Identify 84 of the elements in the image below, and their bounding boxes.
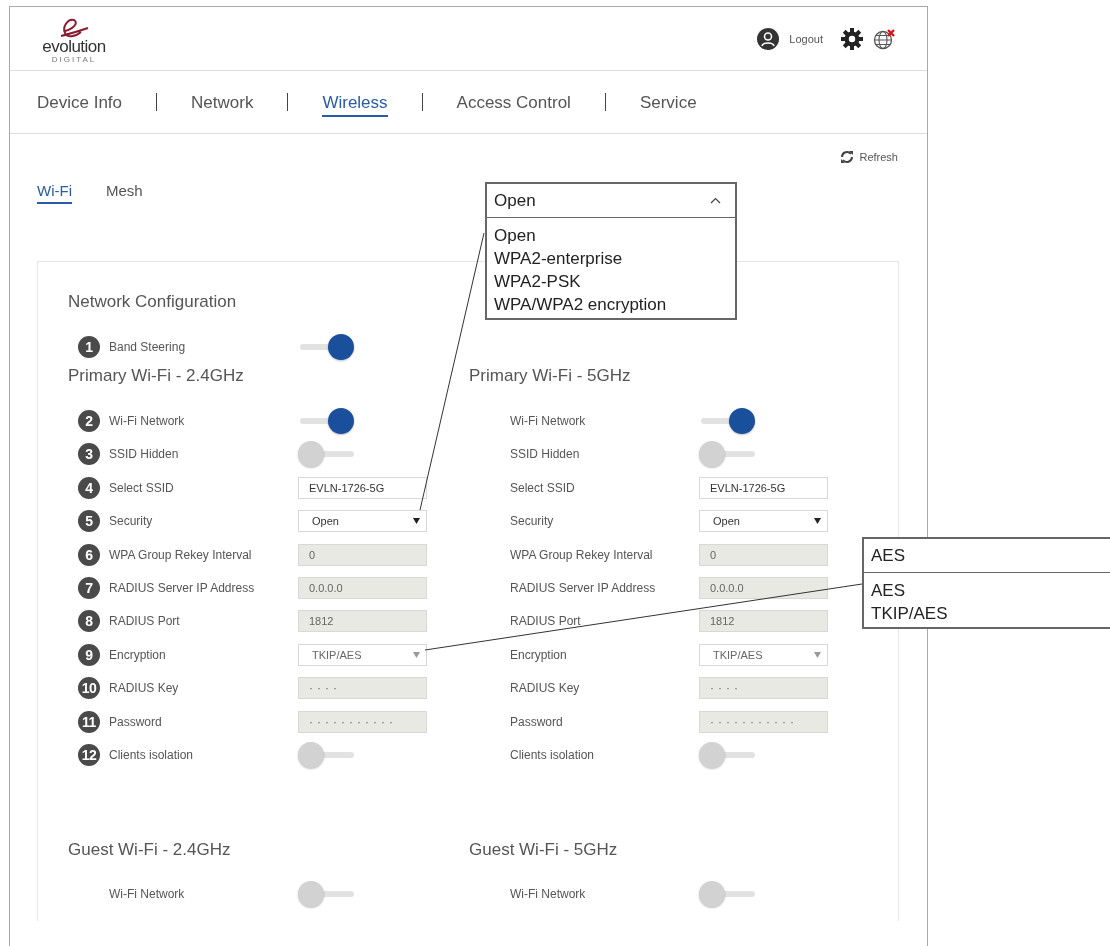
number-badge: 12 — [78, 744, 100, 766]
field-label: Password — [109, 714, 163, 729]
nav-tab[interactable]: Wireless — [322, 89, 388, 117]
number-badge: 1 — [78, 335, 100, 358]
dropdown-option[interactable]: TKIP/AES — [871, 602, 948, 625]
field-label: Select SSID — [510, 480, 576, 495]
section-heading: Primary Wi-Fi - 5GHz — [469, 365, 632, 388]
dropdown-option[interactable]: WPA/WPA2 encryption — [494, 293, 667, 316]
refresh-button[interactable]: Refresh — [839, 150, 898, 164]
field-label: RADIUS Port — [109, 614, 181, 629]
toggle-switch[interactable] — [699, 742, 755, 768]
field-label: Wi-Fi Network — [510, 414, 587, 429]
field-label: Band Steering — [109, 339, 187, 354]
refresh-icon — [839, 150, 856, 164]
field-label: WPA Group Rekey Interval — [510, 547, 654, 562]
field-label: Encryption — [109, 647, 167, 662]
field-label: Wi-Fi Network — [109, 414, 186, 429]
input-field[interactable]: EVLN-1726-5G — [699, 476, 828, 499]
field-label: WPA Group Rekey Interval — [109, 547, 253, 562]
caret-up-icon — [710, 197, 721, 204]
section-heading: Primary Wi-Fi - 2.4GHz — [68, 365, 245, 388]
field-label: Security — [510, 514, 555, 529]
select-dropdown[interactable]: Open — [699, 510, 828, 533]
field-label: Security — [109, 514, 154, 529]
dropdown-value: Open — [494, 190, 536, 211]
field-label: Encryption — [510, 647, 568, 662]
number-badge: 10 — [78, 677, 100, 700]
number-badge: 5 — [78, 510, 100, 533]
field-label: SSID Hidden — [510, 447, 581, 462]
dropdown-option[interactable]: WPA2-enterprise — [494, 247, 623, 270]
number-badge: 3 — [78, 443, 100, 466]
toggle-switch[interactable] — [699, 408, 755, 435]
caret-icon — [413, 651, 420, 658]
number-badge: 6 — [78, 543, 100, 566]
number-badge: 8 — [78, 610, 100, 633]
dropdown-value: AES — [871, 545, 906, 566]
toggle-switch[interactable] — [298, 742, 354, 768]
input-field[interactable]: EVLN-1726-5G — [298, 476, 427, 499]
toggle-switch[interactable] — [298, 333, 354, 360]
caret-icon — [413, 518, 420, 525]
toggle-switch[interactable] — [298, 441, 354, 468]
logo-wordmark: evolution — [42, 39, 106, 55]
field-label: RADIUS Key — [109, 681, 180, 696]
toggle-switch[interactable] — [298, 408, 354, 435]
field-label: RADIUS Server IP Address — [109, 581, 256, 596]
logout-link[interactable]: Logout — [789, 32, 823, 45]
field-label: RADIUS Key — [510, 681, 581, 696]
field-label: Clients isolation — [510, 748, 596, 762]
section-heading: Guest Wi-Fi - 5GHz — [469, 838, 619, 861]
section-heading: Guest Wi-Fi - 2.4GHz — [68, 838, 232, 861]
caret-icon — [814, 518, 821, 525]
field-label: Password — [510, 714, 564, 729]
nav-tab[interactable]: Device Info — [37, 89, 123, 117]
field-label: Select SSID — [109, 480, 175, 495]
nav-tab[interactable]: Access Control — [456, 89, 571, 117]
caret-icon — [814, 651, 821, 658]
number-badge: 4 — [78, 476, 100, 499]
number-badge: 9 — [78, 643, 100, 666]
section-title: Network Configuration — [68, 292, 237, 312]
dropdown-option[interactable]: Open — [494, 224, 536, 247]
select-dropdown[interactable]: Open — [298, 510, 427, 533]
field-label: RADIUS Port — [510, 614, 582, 629]
number-badge: 11 — [78, 710, 100, 733]
toggle-switch[interactable] — [699, 881, 755, 908]
field-label: SSID Hidden — [109, 447, 180, 462]
dropdown-option[interactable]: AES — [871, 579, 906, 602]
logo-swoosh-icon — [59, 17, 89, 39]
field-label: Wi-Fi Network — [109, 887, 186, 902]
sub-tab[interactable]: Mesh — [106, 182, 143, 204]
number-badge: 2 — [78, 410, 100, 433]
toggle-switch[interactable] — [298, 881, 354, 908]
field-label: RADIUS Server IP Address — [510, 581, 657, 596]
settings-icon[interactable] — [841, 27, 863, 50]
toggle-switch[interactable] — [699, 441, 755, 468]
dropdown-option[interactable]: WPA2-PSK — [494, 270, 581, 293]
nav-tab[interactable]: Service — [639, 89, 697, 117]
globe-error-icon[interactable] — [873, 27, 897, 50]
field-label: Clients isolation — [109, 748, 195, 762]
logo-tagline: DIGITAL — [51, 55, 97, 64]
field-label: Wi-Fi Network — [510, 887, 587, 902]
nav-tab[interactable]: Network — [191, 89, 254, 117]
sub-tab[interactable]: Wi-Fi — [37, 182, 72, 204]
number-badge: 7 — [78, 577, 100, 600]
user-avatar-icon — [757, 27, 780, 50]
